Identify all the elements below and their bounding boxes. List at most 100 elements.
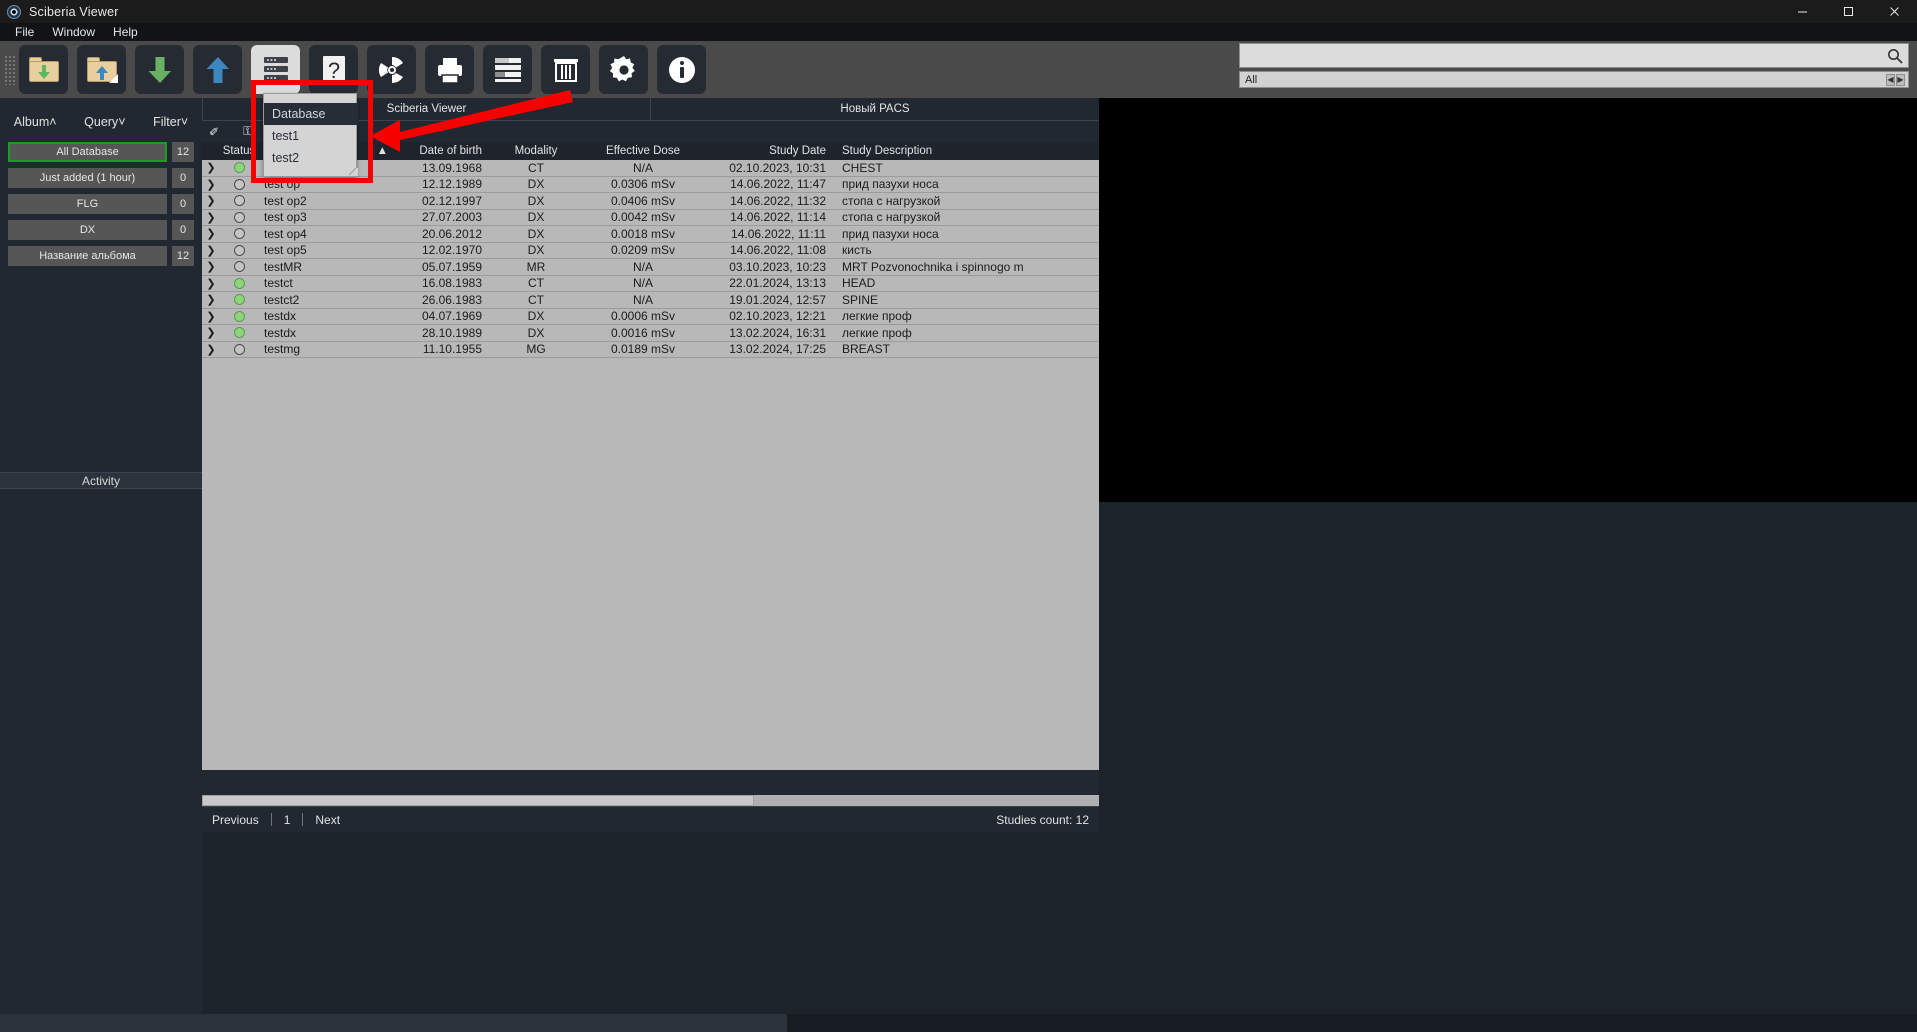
table-row[interactable]: ❯ test op2 02.12.1997 DX 0.0406 mSv 14.06.202… [202, 193, 1099, 210]
scrollbar-thumb[interactable] [202, 795, 754, 806]
status-indicator [220, 310, 258, 322]
menu-help[interactable]: Help [104, 24, 147, 40]
sidebar-item-album-name[interactable]: Название альбома 12 [0, 246, 202, 266]
col-date-of-birth[interactable]: Date of birth [388, 145, 488, 157]
table-row[interactable]: ❯ testct2 26.06.1983 CT N/A 19.01.2024, 12:57… [202, 292, 1099, 309]
table-row[interactable]: ❯ testct 16.08.1983 CT N/A 22.01.2024, 13:13 H… [202, 275, 1099, 292]
col-study-description[interactable]: Study Description [834, 145, 1099, 157]
delete-button[interactable] [541, 45, 590, 94]
sciberia-logo-icon [7, 4, 21, 19]
table-row[interactable]: ❯ testMR 05.07.1959 MR N/A 03.10.2023, 10:23 M… [202, 259, 1099, 276]
sidebar-item-all-database[interactable]: All Database 12 [0, 142, 202, 162]
cell-study-description: стопа с нагрузкой [842, 193, 941, 208]
print-button[interactable] [425, 45, 474, 94]
horizontal-scrollbar[interactable] [202, 795, 1099, 806]
help-button[interactable]: ? [309, 45, 358, 94]
table-row[interactable]: ❯ test op3 27.07.2003 DX 0.0042 mSv 14.06.202… [202, 209, 1099, 226]
cell-effective-dose: 0.0018 mSv [610, 226, 676, 241]
table-row[interactable]: ❯ test op4 20.06.2012 DX 0.0018 mSv 14.06.202… [202, 226, 1099, 243]
activity-panel-header[interactable]: Activity [0, 472, 202, 489]
status-indicator [220, 211, 258, 223]
title-bar: Sciberia Viewer [0, 0, 1917, 23]
dropdown-resize-grip[interactable] [264, 168, 358, 176]
cell-date-of-birth: 05.07.1959 [421, 259, 482, 274]
report-button[interactable] [483, 45, 532, 94]
album-label: All Database [8, 142, 167, 162]
cell-modality: MR [526, 259, 546, 274]
cell-study-date: 22.01.2024, 13:13 [729, 276, 826, 291]
cell-date-of-birth: 04.07.1969 [421, 309, 482, 324]
filter-spinner[interactable]: ◀ ▶ [1886, 73, 1908, 86]
cell-modality: DX [527, 193, 545, 208]
expand-row-icon[interactable]: ❯ [202, 244, 220, 257]
close-button[interactable] [1871, 0, 1917, 23]
next-page-button[interactable]: Next [315, 813, 340, 827]
expand-row-icon[interactable]: ❯ [202, 277, 220, 290]
tab-novyi-pacs[interactable]: Новый PACS [650, 98, 1099, 120]
database-server-button[interactable] [251, 45, 300, 94]
download-button[interactable] [135, 45, 184, 94]
info-button[interactable] [657, 45, 706, 94]
sidebar-item-flg[interactable]: FLG 0 [0, 194, 202, 214]
search-input[interactable] [1240, 44, 1882, 67]
settings-button[interactable] [599, 45, 648, 94]
cell-effective-dose: 0.0006 mSv [610, 309, 676, 324]
dropdown-item-test1[interactable]: test1 [264, 125, 358, 147]
burn-cd-button[interactable] [367, 45, 416, 94]
col-modality[interactable]: Modality [488, 145, 584, 157]
menu-file[interactable]: File [6, 24, 43, 40]
cell-effective-dose: N/A [632, 292, 653, 307]
previous-page-button[interactable]: Previous [212, 813, 259, 827]
menu-window[interactable]: Window [43, 24, 104, 40]
expand-row-icon[interactable]: ❯ [202, 293, 220, 306]
col-study-date[interactable]: Study Date [702, 145, 834, 157]
cell-effective-dose: 0.0016 mSv [610, 325, 676, 340]
sidebar-item-dx[interactable]: DX 0 [0, 220, 202, 240]
expand-row-icon[interactable]: ❯ [202, 310, 220, 323]
left-sidebar: Album˄ Query˅ Filter˅ All Database 12 Ju… [0, 98, 202, 1032]
upload-button[interactable] [193, 45, 242, 94]
col-status[interactable]: Status [220, 145, 258, 157]
album-menu[interactable]: Album˄ [14, 115, 57, 129]
table-row[interactable]: ❯ test op5 12.02.1970 DX 0.0209 mSv 14.06.202… [202, 242, 1099, 259]
maximize-button[interactable] [1825, 0, 1871, 23]
studies-table-body: ❯ 13.09.1968 CT N/A 02.10.2023, 10:31 CHEST ❯ t… [202, 160, 1099, 358]
export-folder-button[interactable] [77, 45, 126, 94]
expand-row-icon[interactable]: ❯ [202, 178, 220, 191]
cell-modality: DX [527, 226, 545, 241]
expand-row-icon[interactable]: ❯ [202, 211, 220, 224]
filter-select[interactable]: All ◀ ▶ [1239, 71, 1909, 88]
filter-menu[interactable]: Filter˅ [153, 115, 188, 129]
window-controls [1779, 0, 1917, 23]
expand-row-icon[interactable]: ❯ [202, 260, 220, 273]
dropdown-item-test2[interactable]: test2 [264, 147, 358, 169]
expand-row-icon[interactable]: ❯ [202, 194, 220, 207]
bottom-right-strip [787, 1014, 1917, 1032]
chevron-down-icon: ˅ [180, 115, 189, 129]
query-menu[interactable]: Query˅ [84, 115, 125, 129]
table-row[interactable]: ❯ testmg 11.10.1955 MG 0.0189 mSv 13.02.2024,… [202, 341, 1099, 358]
table-row[interactable]: ❯ testdx 28.10.1989 DX 0.0016 mSv 13.02.2024,… [202, 325, 1099, 342]
table-row[interactable]: ❯ testdx 04.07.1969 DX 0.0006 mSv 02.10.2023,… [202, 308, 1099, 325]
sidebar-item-just-added[interactable]: Just added (1 hour) 0 [0, 168, 202, 188]
expand-row-icon[interactable]: ❯ [202, 343, 220, 356]
table-row[interactable]: ❯ test op 12.12.1989 DX 0.0306 mSv 14.06.2022… [202, 176, 1099, 193]
expand-row-icon[interactable]: ❯ [202, 161, 220, 174]
spinner-left-icon[interactable]: ◀ [1886, 73, 1895, 86]
studies-table-empty-area [202, 358, 1099, 770]
image-viewport[interactable] [1099, 98, 1917, 502]
minimize-button[interactable] [1779, 0, 1825, 23]
album-count: 12 [172, 246, 194, 266]
pin-icon[interactable]: ✐ [209, 125, 219, 139]
database-dropdown-menu[interactable]: Database test1 test2 [263, 93, 358, 177]
album-label: FLG [8, 194, 167, 214]
toolbar-drag-handle[interactable] [4, 54, 16, 85]
expand-row-icon[interactable]: ❯ [202, 227, 220, 240]
search-icon[interactable] [1882, 48, 1908, 64]
lock-icon[interactable]: ⚿ [243, 124, 252, 139]
spinner-right-icon[interactable]: ▶ [1896, 73, 1905, 86]
import-folder-button[interactable] [19, 45, 68, 94]
col-effective-dose[interactable]: Effective Dose [584, 145, 702, 157]
expand-row-icon[interactable]: ❯ [202, 326, 220, 339]
cell-patient-name: test op2 [264, 193, 307, 208]
